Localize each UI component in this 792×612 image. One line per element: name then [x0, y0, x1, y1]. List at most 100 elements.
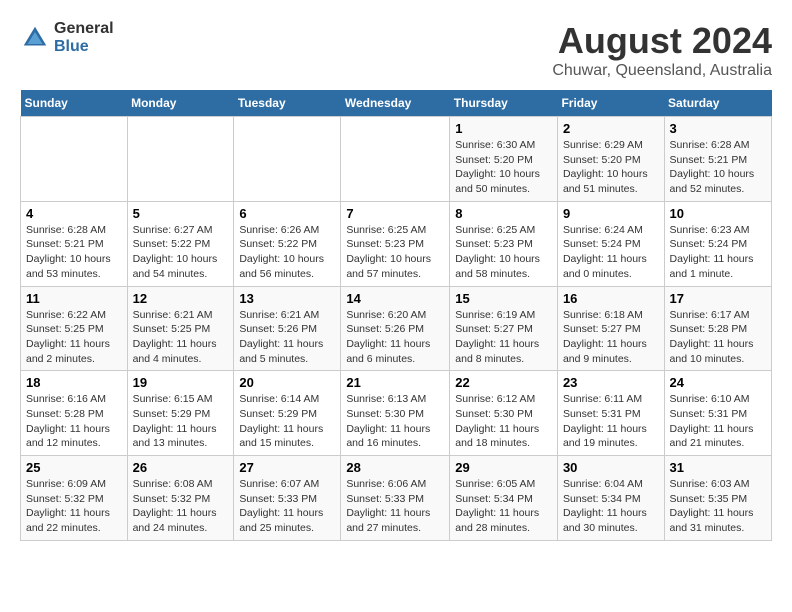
day-cell: 8 Sunrise: 6:25 AMSunset: 5:23 PMDaylight… — [450, 201, 558, 286]
day-info: Sunrise: 6:25 AMSunset: 5:23 PMDaylight:… — [346, 223, 444, 282]
day-number: 15 — [455, 291, 552, 306]
subtitle: Chuwar, Queensland, Australia — [552, 62, 772, 80]
day-info: Sunrise: 6:07 AMSunset: 5:33 PMDaylight:… — [239, 477, 335, 536]
day-info: Sunrise: 6:22 AMSunset: 5:25 PMDaylight:… — [26, 308, 122, 367]
day-info: Sunrise: 6:25 AMSunset: 5:23 PMDaylight:… — [455, 223, 552, 282]
logo-general-text: General — [54, 20, 114, 38]
day-info: Sunrise: 6:09 AMSunset: 5:32 PMDaylight:… — [26, 477, 122, 536]
calendar-table: SundayMondayTuesdayWednesdayThursdayFrid… — [20, 90, 772, 541]
day-number: 30 — [563, 460, 659, 475]
day-cell: 5Sunrise: 6:27 AMSunset: 5:22 PMDaylight… — [127, 201, 234, 286]
header-cell-friday: Friday — [557, 90, 664, 117]
day-info: Sunrise: 6:16 AMSunset: 5:28 PMDaylight:… — [26, 392, 122, 451]
header-cell-wednesday: Wednesday — [341, 90, 450, 117]
day-number: 12 — [133, 291, 229, 306]
day-info: Sunrise: 6:03 AMSunset: 5:35 PMDaylight:… — [670, 477, 766, 536]
day-cell: 29 Sunrise: 6:05 AMSunset: 5:34 PMDayligh… — [450, 456, 558, 541]
day-number: 4 — [26, 206, 122, 221]
day-info: Sunrise: 6:28 AMSunset: 5:21 PMDaylight:… — [26, 223, 122, 282]
day-cell: 26 Sunrise: 6:08 AMSunset: 5:32 PMDayligh… — [127, 456, 234, 541]
day-number: 13 — [239, 291, 335, 306]
day-info: Sunrise: 6:26 AMSunset: 5:22 PMDaylight:… — [239, 223, 335, 282]
header: General Blue August 2024 Chuwar, Queensl… — [20, 20, 772, 80]
day-number: 26 — [133, 460, 229, 475]
day-cell: 7 Sunrise: 6:25 AMSunset: 5:23 PMDaylight… — [341, 201, 450, 286]
day-info: Sunrise: 6:15 AMSunset: 5:29 PMDaylight:… — [133, 392, 229, 451]
header-cell-thursday: Thursday — [450, 90, 558, 117]
header-cell-monday: Monday — [127, 90, 234, 117]
day-info: Sunrise: 6:20 AMSunset: 5:26 PMDaylight:… — [346, 308, 444, 367]
day-number: 19 — [133, 375, 229, 390]
day-cell: 3 Sunrise: 6:28 AMSunset: 5:21 PMDaylight… — [664, 117, 771, 202]
day-number: 8 — [455, 206, 552, 221]
day-cell: 31 Sunrise: 6:03 AMSunset: 5:35 PMDayligh… — [664, 456, 771, 541]
day-number: 3 — [670, 121, 766, 136]
day-cell: 21 Sunrise: 6:13 AMSunset: 5:30 PMDayligh… — [341, 371, 450, 456]
day-info: Sunrise: 6:28 AMSunset: 5:21 PMDaylight:… — [670, 138, 766, 197]
day-info: Sunrise: 6:19 AMSunset: 5:27 PMDaylight:… — [455, 308, 552, 367]
day-info: Sunrise: 6:11 AMSunset: 5:31 PMDaylight:… — [563, 392, 659, 451]
header-cell-saturday: Saturday — [664, 90, 771, 117]
week-row-3: 11 Sunrise: 6:22 AMSunset: 5:25 PMDayligh… — [21, 286, 772, 371]
main-title: August 2024 — [552, 20, 772, 62]
day-info: Sunrise: 6:21 AMSunset: 5:25 PMDaylight:… — [133, 308, 229, 367]
day-cell — [234, 117, 341, 202]
day-cell: 6 Sunrise: 6:26 AMSunset: 5:22 PMDaylight… — [234, 201, 341, 286]
day-info: Sunrise: 6:08 AMSunset: 5:32 PMDaylight:… — [133, 477, 229, 536]
day-number: 7 — [346, 206, 444, 221]
title-area: August 2024 Chuwar, Queensland, Australi… — [552, 20, 772, 80]
day-number: 20 — [239, 375, 335, 390]
day-info: Sunrise: 6:04 AMSunset: 5:34 PMDaylight:… — [563, 477, 659, 536]
day-cell: 24 Sunrise: 6:10 AMSunset: 5:31 PMDayligh… — [664, 371, 771, 456]
day-number: 27 — [239, 460, 335, 475]
day-number: 6 — [239, 206, 335, 221]
day-number: 10 — [670, 206, 766, 221]
day-cell: 28 Sunrise: 6:06 AMSunset: 5:33 PMDayligh… — [341, 456, 450, 541]
day-cell: 20Sunrise: 6:14 AMSunset: 5:29 PMDayligh… — [234, 371, 341, 456]
day-cell: 11 Sunrise: 6:22 AMSunset: 5:25 PMDayligh… — [21, 286, 128, 371]
day-number: 31 — [670, 460, 766, 475]
day-cell: 27 Sunrise: 6:07 AMSunset: 5:33 PMDayligh… — [234, 456, 341, 541]
day-cell: 17Sunrise: 6:17 AMSunset: 5:28 PMDayligh… — [664, 286, 771, 371]
header-row: SundayMondayTuesdayWednesdayThursdayFrid… — [21, 90, 772, 117]
day-cell: 12 Sunrise: 6:21 AMSunset: 5:25 PMDayligh… — [127, 286, 234, 371]
day-cell: 30 Sunrise: 6:04 AMSunset: 5:34 PMDayligh… — [557, 456, 664, 541]
week-row-2: 4 Sunrise: 6:28 AMSunset: 5:21 PMDaylight… — [21, 201, 772, 286]
day-number: 17 — [670, 291, 766, 306]
day-cell — [127, 117, 234, 202]
day-number: 9 — [563, 206, 659, 221]
logo-text: General Blue — [54, 20, 114, 55]
day-cell: 13Sunrise: 6:21 AMSunset: 5:26 PMDayligh… — [234, 286, 341, 371]
day-info: Sunrise: 6:13 AMSunset: 5:30 PMDaylight:… — [346, 392, 444, 451]
day-info: Sunrise: 6:06 AMSunset: 5:33 PMDaylight:… — [346, 477, 444, 536]
day-number: 22 — [455, 375, 552, 390]
day-number: 28 — [346, 460, 444, 475]
logo-blue-text: Blue — [54, 38, 114, 56]
day-cell — [21, 117, 128, 202]
day-cell: 9Sunrise: 6:24 AMSunset: 5:24 PMDaylight… — [557, 201, 664, 286]
logo-icon — [20, 23, 50, 53]
day-number: 16 — [563, 291, 659, 306]
day-cell: 2Sunrise: 6:29 AMSunset: 5:20 PMDaylight… — [557, 117, 664, 202]
week-row-1: 1Sunrise: 6:30 AMSunset: 5:20 PMDaylight… — [21, 117, 772, 202]
day-info: Sunrise: 6:23 AMSunset: 5:24 PMDaylight:… — [670, 223, 766, 282]
day-number: 21 — [346, 375, 444, 390]
week-row-5: 25 Sunrise: 6:09 AMSunset: 5:32 PMDayligh… — [21, 456, 772, 541]
day-info: Sunrise: 6:29 AMSunset: 5:20 PMDaylight:… — [563, 138, 659, 197]
day-number: 5 — [133, 206, 229, 221]
day-number: 29 — [455, 460, 552, 475]
day-number: 11 — [26, 291, 122, 306]
day-info: Sunrise: 6:05 AMSunset: 5:34 PMDaylight:… — [455, 477, 552, 536]
day-cell: 25 Sunrise: 6:09 AMSunset: 5:32 PMDayligh… — [21, 456, 128, 541]
header-cell-tuesday: Tuesday — [234, 90, 341, 117]
day-cell: 16Sunrise: 6:18 AMSunset: 5:27 PMDayligh… — [557, 286, 664, 371]
day-cell: 4 Sunrise: 6:28 AMSunset: 5:21 PMDaylight… — [21, 201, 128, 286]
day-number: 25 — [26, 460, 122, 475]
day-number: 1 — [455, 121, 552, 136]
day-number: 24 — [670, 375, 766, 390]
day-info: Sunrise: 6:12 AMSunset: 5:30 PMDaylight:… — [455, 392, 552, 451]
day-cell: 1Sunrise: 6:30 AMSunset: 5:20 PMDaylight… — [450, 117, 558, 202]
day-info: Sunrise: 6:10 AMSunset: 5:31 PMDaylight:… — [670, 392, 766, 451]
day-cell: 10 Sunrise: 6:23 AMSunset: 5:24 PMDayligh… — [664, 201, 771, 286]
day-cell — [341, 117, 450, 202]
